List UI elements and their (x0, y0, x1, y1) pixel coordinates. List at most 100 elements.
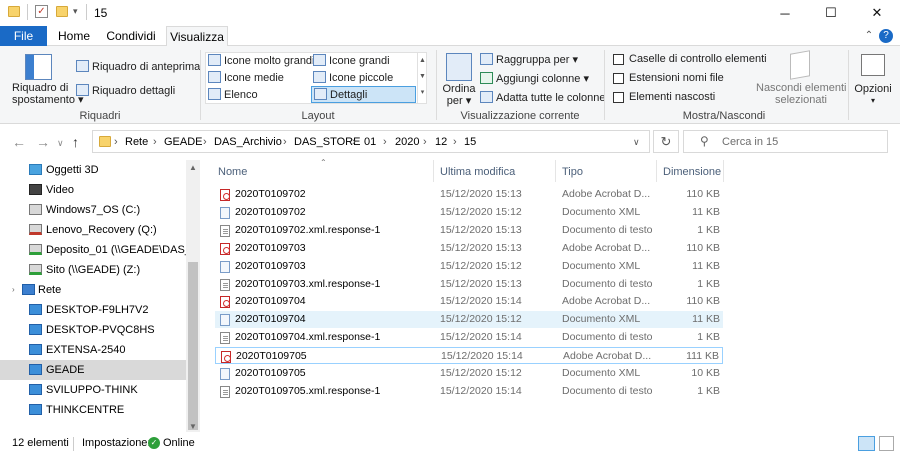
item-count: 12 elementi (12, 437, 69, 449)
hide-selected-icon[interactable] (790, 50, 810, 80)
column-divider[interactable] (555, 160, 556, 182)
layout-medium-icons[interactable]: Icone medie (208, 71, 284, 84)
file-name: 2020T0109704 (235, 295, 306, 308)
layout-small-icons[interactable]: Icone piccole (313, 71, 393, 84)
column-modified[interactable]: Ultima modifica (440, 166, 515, 178)
file-row[interactable]: 2020T0109705 15/12/2020 15:12 Documento XM… (215, 365, 723, 382)
ribbon-collapse-icon[interactable]: ⌃ (862, 26, 876, 46)
sidebar-item[interactable]: SVILUPPO-THINK (0, 380, 186, 400)
file-row[interactable]: 2020T0109703.xml.response-1 15/12/2020 15… (215, 276, 723, 293)
file-modified: 15/12/2020 15:12 (440, 205, 522, 218)
navigation-pane-button[interactable]: Riquadro di spostamento ▾ (12, 82, 84, 106)
sidebar-item[interactable]: Lenovo_Recovery (Q:) (0, 220, 186, 240)
properties-icon[interactable]: ✓ (35, 5, 48, 18)
breadcrumb-das-archivio[interactable]: DAS_Archivio (214, 136, 282, 148)
file-extensions-checkbox[interactable] (613, 73, 624, 84)
options-icon[interactable] (861, 54, 885, 76)
close-button[interactable]: ✕ (854, 0, 900, 26)
breadcrumb-das-store[interactable]: DAS_STORE (294, 136, 360, 148)
sidebar-item[interactable]: DESKTOP-PVQC8HS (0, 320, 186, 340)
tab-home[interactable]: Home (52, 26, 96, 46)
tab-file[interactable]: File (0, 26, 47, 46)
tab-visualizza[interactable]: Visualizza (166, 26, 228, 47)
breadcrumb-rete[interactable]: Rete (125, 136, 148, 148)
file-modified: 15/12/2020 15:14 (440, 295, 522, 308)
file-row[interactable]: 2020T0109702 15/12/2020 15:12 Documento XM… (215, 204, 723, 221)
sidebar-item[interactable]: EXTENSA-2540 (0, 340, 186, 360)
new-folder-icon[interactable] (56, 6, 68, 17)
sidebar-item[interactable]: GEADE (0, 360, 186, 380)
column-divider[interactable] (433, 160, 434, 182)
layout-large-icons[interactable]: Icone grandi (313, 54, 390, 67)
file-row[interactable]: 2020T0109702 15/12/2020 15:13 Adobe Acroba… (215, 186, 723, 203)
ribbon-tabs: File Home Condividi Visualizza ⌃ ? (0, 26, 900, 47)
preview-pane-button[interactable]: Riquadro di anteprima (76, 60, 200, 73)
quick-access-dropdown-icon[interactable]: ▾ (73, 6, 78, 17)
column-size[interactable]: Dimensione (663, 166, 721, 178)
group-by-icon (480, 53, 493, 65)
details-icon (314, 88, 327, 100)
maximize-button[interactable]: ☐ (808, 0, 854, 26)
sidebar-item[interactable]: THINKCENTRE (0, 400, 186, 420)
sidebar-item[interactable]: Sito (\\GEADE) (Z:) (0, 260, 186, 280)
layout-scroll-icon[interactable]: ▲ ▼ ▾ (417, 53, 427, 103)
file-row[interactable]: 2020T0109704.xml.response-1 15/12/2020 15… (215, 329, 723, 346)
item-checkboxes-label: Caselle di controllo elementi (629, 53, 767, 65)
column-divider[interactable] (656, 160, 657, 182)
sort-by-icon[interactable] (446, 53, 472, 81)
up-icon[interactable]: ↑ (72, 134, 79, 150)
large-icons-view-icon[interactable] (879, 436, 894, 451)
sidebar-item[interactable]: Deposito_01 (\\GEADE\DAS_Tel (0, 240, 186, 260)
recent-locations-icon[interactable]: ∨ (57, 138, 64, 149)
tab-condividi[interactable]: Condividi (100, 26, 162, 46)
minimize-button[interactable]: ─ (762, 0, 808, 26)
file-row[interactable]: 2020T0109705.xml.response-1 15/12/2020 15… (215, 383, 723, 400)
details-view-icon[interactable] (858, 436, 875, 451)
preview-pane-icon (76, 60, 89, 72)
layout-details[interactable]: Dettagli (311, 86, 416, 103)
add-columns-button[interactable]: Aggiungi colonne ▾ (480, 72, 589, 85)
breadcrumb-15[interactable]: 15 (464, 136, 476, 148)
column-name[interactable]: Nome (218, 166, 247, 178)
scroll-down-icon[interactable]: ▼ (189, 422, 197, 431)
hidden-items-checkbox[interactable] (613, 92, 624, 103)
expand-chevron-icon[interactable]: › (12, 280, 15, 300)
address-dropdown-icon[interactable]: ∨ (633, 137, 640, 148)
scroll-up-icon[interactable]: ▲ (189, 163, 197, 172)
group-by-button[interactable]: Raggruppa per ▾ (480, 53, 578, 66)
forward-icon[interactable]: → (36, 134, 50, 150)
breadcrumb-geade[interactable]: GEADE (164, 136, 203, 148)
file-row[interactable]: 2020T0109705 15/12/2020 15:14 Adobe Acroba… (215, 347, 723, 365)
refresh-icon[interactable]: ↻ (653, 130, 679, 153)
sidebar-item[interactable]: Rete › (0, 280, 186, 300)
column-divider[interactable] (723, 160, 724, 182)
breadcrumb-01[interactable]: 01 (364, 136, 376, 148)
sidebar-scrollbar-thumb[interactable] (188, 262, 198, 430)
options-button[interactable]: Opzioni ▾ (852, 83, 894, 107)
sidebar-item[interactable]: DESKTOP-F9LH7V2 (0, 300, 186, 320)
file-row[interactable]: 2020T0109704 15/12/2020 15:14 Adobe Acroba… (215, 293, 723, 310)
file-row[interactable]: 2020T0109704 15/12/2020 15:12 Documento XM… (215, 311, 723, 329)
back-icon[interactable]: ← (12, 134, 26, 150)
file-row[interactable]: 2020T0109703 15/12/2020 15:12 Documento XM… (215, 258, 723, 275)
file-row[interactable]: 2020T0109702.xml.response-1 15/12/2020 15… (215, 222, 723, 239)
navigation-pane-icon[interactable] (25, 54, 52, 80)
breadcrumb-2020[interactable]: 2020 (395, 136, 419, 148)
details-pane-button[interactable]: Riquadro dettagli (76, 84, 175, 97)
sidebar-item[interactable]: Video (0, 180, 186, 200)
sidebar-item[interactable]: Windows7_OS (C:) (0, 200, 186, 220)
layout-list[interactable]: Elenco (208, 88, 258, 101)
sort-by-button[interactable]: Ordina per ▾ (442, 83, 476, 107)
sidebar-item[interactable]: Oggetti 3D (0, 160, 186, 180)
hide-selected-button[interactable]: Nascondi elementi selezionati (756, 82, 847, 106)
column-type[interactable]: Tipo (562, 166, 583, 178)
layout-extra-large-icons[interactable]: Icone molto grandi (208, 54, 315, 67)
item-checkboxes-checkbox[interactable] (613, 54, 624, 65)
search-input[interactable]: ⚲ Cerca in 15 (683, 130, 888, 153)
size-columns-button[interactable]: Adatta tutte le colonne (480, 91, 605, 104)
sidebar-item-label: Video (46, 184, 74, 196)
file-row[interactable]: 2020T0109703 15/12/2020 15:13 Adobe Acroba… (215, 240, 723, 257)
address-bar[interactable]: › Rete › GEADE › DAS_Archivio › DAS_STOR… (92, 130, 650, 153)
breadcrumb-12[interactable]: 12 (435, 136, 447, 148)
help-icon[interactable]: ? (879, 29, 893, 43)
